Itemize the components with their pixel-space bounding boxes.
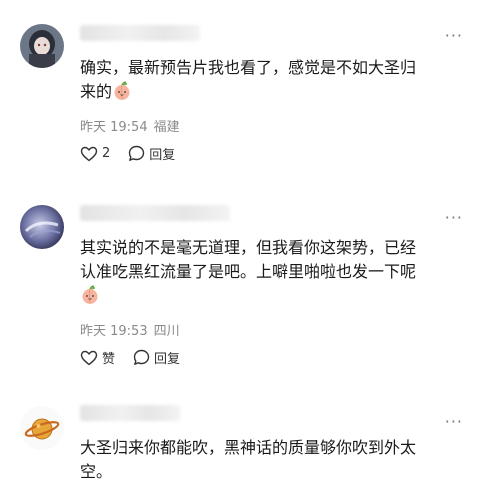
username-blurred[interactable] xyxy=(80,25,200,41)
comment-text-line: 空。 xyxy=(80,462,113,481)
comment-actions: 2 回复 xyxy=(80,144,193,163)
comment-time: 昨天 19:53 xyxy=(80,324,148,339)
comment-text-line: 来的 xyxy=(80,80,465,104)
avatar[interactable] xyxy=(20,24,64,68)
reply-button[interactable]: 回复 xyxy=(128,144,175,163)
reply-button[interactable]: 回复 xyxy=(133,348,180,367)
like-button[interactable]: 赞 xyxy=(80,348,115,367)
avatar[interactable] xyxy=(20,205,64,249)
username-blurred[interactable] xyxy=(80,405,180,421)
peach-face-emoji xyxy=(114,81,130,100)
more-dots-icon[interactable]: ··· xyxy=(445,28,463,44)
comment-time: 昨天 19:54 xyxy=(80,120,148,135)
like-label: 赞 xyxy=(102,352,116,367)
comment-location: 福建 xyxy=(153,120,180,135)
comment-text-line: 认准吃黑红流量了是吧。上噼里啪啦也发一下呢 xyxy=(80,262,417,281)
peach-face-emoji xyxy=(82,285,98,304)
comment-actions: 赞 回复 xyxy=(80,348,198,367)
heart-outline-icon xyxy=(80,350,98,365)
comment-text: 大圣归来你都能吹，黑神话的质量够你吹到外太 空。 xyxy=(80,436,465,484)
username-blurred[interactable] xyxy=(80,205,230,221)
reply-label: 回复 xyxy=(149,148,176,163)
avatar[interactable] xyxy=(20,406,64,450)
speech-bubble-icon xyxy=(129,145,145,161)
comment-meta: 昨天 19:53 四川 xyxy=(80,320,180,339)
more-dots-icon[interactable]: ··· xyxy=(445,414,463,430)
more-dots-icon[interactable]: ··· xyxy=(445,210,463,226)
comment-text-line: 大圣归来你都能吹，黑神话的质量够你吹到外太 xyxy=(80,438,417,457)
like-count: 2 xyxy=(102,146,111,161)
comment-text-line: 确实，最新预告片我也看了，感觉是不如大圣归 xyxy=(80,58,417,77)
comment-text-line xyxy=(80,284,465,308)
heart-outline-icon xyxy=(80,146,98,161)
like-button[interactable]: 2 xyxy=(80,146,110,162)
speech-bubble-icon xyxy=(133,349,150,365)
comment-text: 其实说的不是毫无道理，但我看你这架势，已经 认准吃黑红流量了是吧。上噼里啪啦也发… xyxy=(80,236,465,308)
comment-text: 确实，最新预告片我也看了，感觉是不如大圣归 来的 xyxy=(80,56,465,104)
reply-label: 回复 xyxy=(154,352,181,367)
comment-meta: 昨天 19:54 福建 xyxy=(80,116,180,135)
comment-text-line: 其实说的不是毫无道理，但我看你这架势，已经 xyxy=(80,238,417,257)
comment-text-line-content: 来的 xyxy=(80,82,113,101)
comment-location: 四川 xyxy=(153,324,180,339)
